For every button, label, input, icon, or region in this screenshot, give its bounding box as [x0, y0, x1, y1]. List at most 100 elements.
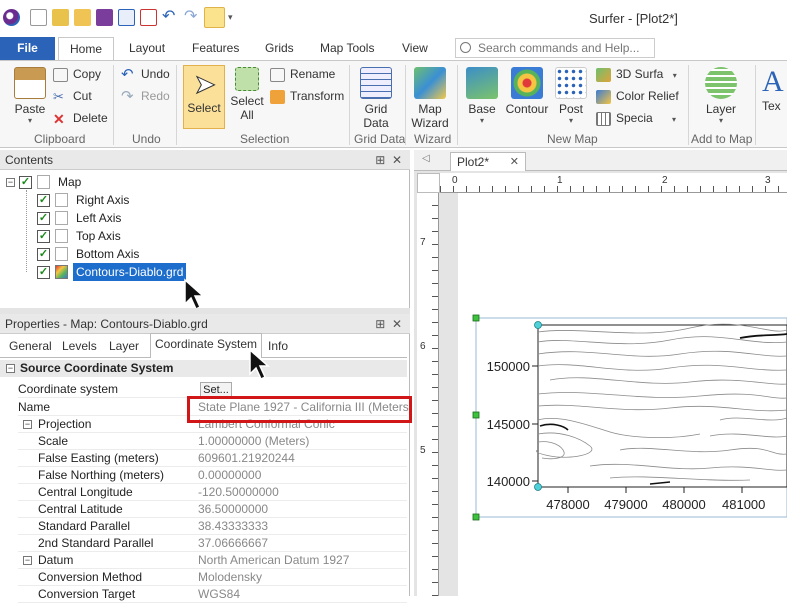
new-icon[interactable]	[30, 9, 47, 26]
prop-row-standard-parallel: Standard Parallel 38.43333333	[18, 518, 407, 535]
prop-value: -120.50000000	[198, 485, 279, 499]
close-icon[interactable]: ✕	[392, 317, 402, 331]
selection-handle[interactable]	[472, 411, 480, 419]
tab-coordinate-system[interactable]: Coordinate System	[150, 333, 263, 358]
grid-icon	[360, 67, 392, 99]
tab-grids[interactable]: Grids	[265, 41, 294, 55]
tab-file[interactable]: File	[0, 37, 55, 60]
save-icon[interactable]	[96, 9, 113, 26]
tree-item-right-axis[interactable]: Right Axis	[76, 191, 129, 209]
close-icon[interactable]: ✕	[392, 153, 402, 167]
tree-item-contours-diablo[interactable]: Contours-Diablo.grd	[73, 263, 187, 281]
undo-button[interactable]: ↶ Undo	[121, 65, 170, 83]
horizontal-ruler: 0 1 2 3	[440, 173, 787, 193]
checkbox-map[interactable]: ✓	[19, 176, 32, 189]
redo-icon[interactable]: ↷	[184, 9, 201, 26]
prop-key: Datum	[38, 553, 74, 567]
select-button[interactable]: ➤ Select	[183, 65, 225, 129]
tab-view[interactable]: View	[402, 41, 428, 55]
grid-data-button[interactable]: Grid Data	[358, 67, 394, 130]
contour-map-button[interactable]: Contour	[505, 67, 549, 116]
checkbox-left-axis[interactable]: ✓	[37, 212, 50, 225]
prop-key: Projection	[38, 417, 92, 431]
close-icon[interactable]: ✕	[510, 153, 519, 171]
rename-button[interactable]: Rename	[270, 65, 335, 83]
prop-row-2nd-standard-parallel: 2nd Standard Parallel 37.06666667	[18, 535, 407, 552]
search-input[interactable]: Search commands and Help...	[455, 38, 655, 58]
tab-general[interactable]: General	[4, 335, 57, 357]
redo-button[interactable]: ↷ Redo	[121, 87, 170, 105]
undo-icon[interactable]: ↶	[162, 9, 179, 26]
copy-button[interactable]: Copy	[53, 65, 101, 83]
prop-key: Central Latitude	[38, 502, 123, 516]
collapse-icon[interactable]: −	[6, 178, 15, 187]
prop-value: 0.00000000	[198, 468, 262, 482]
axis-icon	[55, 229, 68, 243]
tab-home[interactable]: Home	[58, 37, 114, 61]
highlight-box	[187, 396, 412, 423]
undo-label: Undo	[141, 67, 170, 81]
post-map-icon	[555, 67, 587, 99]
transform-button[interactable]: Transform	[270, 87, 344, 105]
paste-button[interactable]: Paste ▾	[12, 67, 48, 125]
color-relief-button[interactable]: Color Relief	[596, 87, 679, 105]
customize-quick-access-icon[interactable]: ▾	[228, 9, 245, 26]
delete-label: Delete	[73, 111, 108, 125]
checkbox-top-axis[interactable]: ✓	[37, 230, 50, 243]
ruler-label: 2	[662, 175, 668, 186]
print-preview-icon[interactable]	[118, 9, 135, 26]
map-frame-icon	[37, 175, 50, 189]
contour-map-object[interactable]: 150000 145000 140000 478000 479000 48000…	[470, 310, 787, 525]
tab-map-tools[interactable]: Map Tools	[320, 41, 374, 55]
specialty-button[interactable]: Specia ▾	[596, 109, 676, 127]
open-folder-icon[interactable]	[74, 9, 91, 26]
redo-arrow-icon: ↷	[121, 87, 134, 105]
tree-item-map[interactable]: Map	[58, 173, 81, 191]
scroll-left-icon[interactable]: ◁	[422, 153, 430, 164]
tab-layout[interactable]: Layout	[129, 41, 165, 55]
tab-layer[interactable]: Layer	[104, 335, 144, 357]
contents-header: Contents ⊞ ✕	[0, 150, 410, 170]
group-divider	[457, 65, 458, 145]
base-map-button[interactable]: Base ▾	[464, 67, 500, 125]
text-button[interactable]: A Tex	[762, 65, 787, 113]
tree-item-top-axis[interactable]: Top Axis	[76, 227, 121, 245]
checkbox-contours-layer[interactable]: ✓	[37, 266, 50, 279]
select-tool-icon[interactable]	[204, 7, 225, 28]
group-divider	[113, 65, 114, 145]
rotation-handle[interactable]	[534, 321, 542, 329]
pin-icon[interactable]: ⊞	[375, 317, 385, 331]
selection-handle[interactable]	[472, 314, 480, 322]
collapse-icon[interactable]: −	[23, 420, 32, 429]
pin-icon[interactable]: ⊞	[375, 153, 385, 167]
checkbox-right-axis[interactable]: ✓	[37, 194, 50, 207]
prop-value: 36.50000000	[198, 502, 269, 516]
copy-label: Copy	[73, 67, 102, 81]
cut-button[interactable]: ✂ Cut	[53, 87, 92, 105]
properties-header: Properties - Map: Contours-Diablo.grd ⊞ …	[0, 314, 410, 334]
select-all-button[interactable]: Select All	[230, 67, 264, 122]
prop-key: Conversion Method	[38, 570, 143, 584]
map-wizard-button[interactable]: Map Wizard	[411, 67, 449, 130]
section-source-coordinate-system[interactable]: Source Coordinate System	[0, 360, 407, 377]
post-map-button[interactable]: Post ▾	[554, 67, 588, 125]
tab-plot2[interactable]: Plot2* ✕	[450, 152, 526, 171]
tree-item-bottom-axis[interactable]: Bottom Axis	[76, 245, 139, 263]
open-icon[interactable]	[52, 9, 69, 26]
rotation-handle[interactable]	[534, 483, 542, 491]
tree-item-left-axis[interactable]: Left Axis	[76, 209, 121, 227]
tab-levels[interactable]: Levels	[57, 335, 102, 357]
prop-key: Standard Parallel	[38, 519, 131, 533]
export-icon[interactable]	[140, 9, 157, 26]
collapse-icon[interactable]: −	[6, 364, 15, 373]
grid-data-label-line1: Grid	[364, 102, 388, 116]
selection-handle[interactable]	[472, 513, 480, 521]
add-layer-button[interactable]: Layer ▾	[700, 67, 742, 125]
3d-surface-button[interactable]: 3D Surfa ▾	[596, 65, 677, 83]
checkbox-bottom-axis[interactable]: ✓	[37, 248, 50, 261]
tab-features[interactable]: Features	[192, 41, 239, 55]
collapse-icon[interactable]: −	[23, 556, 32, 565]
delete-button[interactable]: ✕ Delete	[53, 109, 108, 127]
select-all-icon	[235, 67, 259, 91]
app-logo-icon[interactable]	[3, 9, 20, 26]
